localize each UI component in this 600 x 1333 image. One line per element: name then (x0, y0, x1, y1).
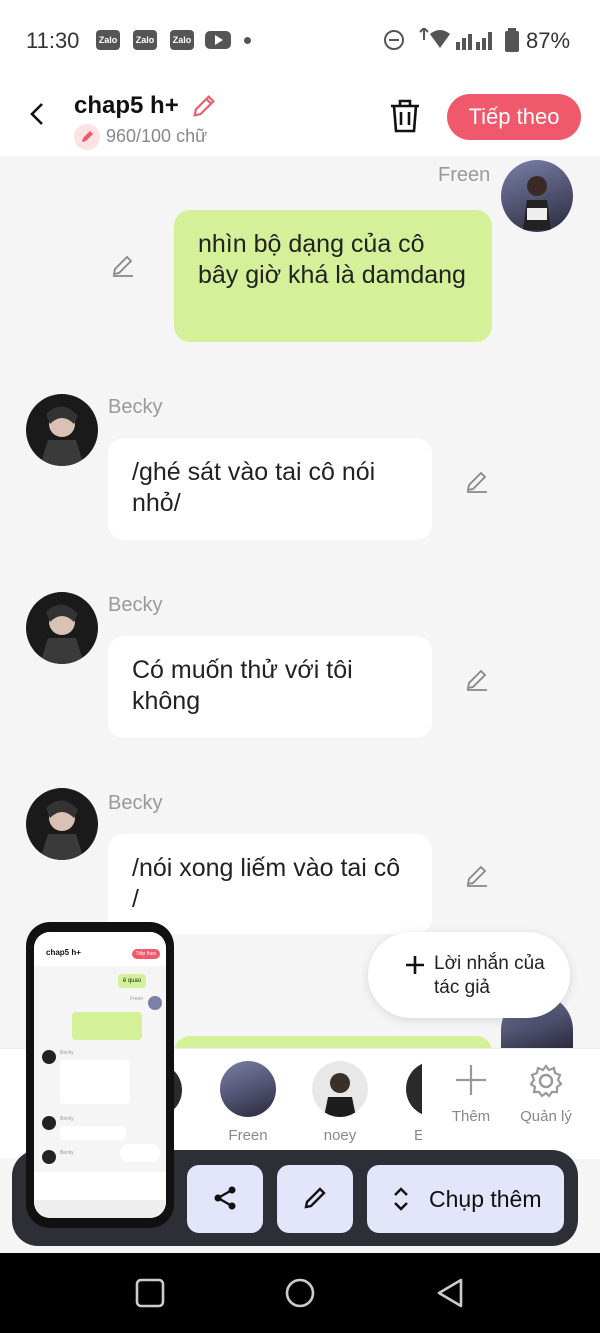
notification-dot-icon (244, 37, 251, 44)
signal-icon (456, 32, 492, 50)
add-character-button[interactable]: Thêm (446, 1063, 496, 1125)
system-nav-bar (0, 1253, 600, 1333)
editor-header: chap5 h+ 960/100 chữ Tiếp theo (0, 80, 600, 156)
edit-message-icon[interactable] (464, 862, 490, 888)
thumbnail-avatar (42, 1116, 56, 1130)
battery-percent: 87% (526, 28, 571, 53)
thumbnail-name: Freen (130, 996, 144, 1002)
next-button[interactable]: Tiếp theo (447, 94, 581, 140)
word-count: 960/100 chữ (106, 126, 208, 146)
message-bubble[interactable]: /nói xong liếm vào tai cô / (108, 834, 432, 934)
avatar-freen (501, 160, 573, 232)
thumbnail-bubble (60, 1126, 126, 1140)
author-note-button[interactable]: Lời nhắn của tác giả (368, 932, 570, 1018)
zalo-icon: Zalo (133, 30, 157, 50)
chat-area: Freen nhìn bộ dạng của cô bây giờ khá là… (0, 156, 600, 1056)
edit-title-pencil-icon[interactable] (190, 92, 218, 120)
character-noey[interactable]: noey (312, 1061, 368, 1144)
thumbnail-name: Becky (60, 1116, 74, 1122)
add-label: Thêm (451, 1108, 491, 1125)
recent-apps-icon[interactable] (134, 1277, 166, 1309)
back-nav-icon[interactable] (434, 1277, 466, 1309)
manage-label: Quản lý (520, 1108, 572, 1125)
screenshot-thumbnail[interactable]: chap5 h+ Tiếp theo ê quao Freen Becky Be… (26, 922, 174, 1228)
share-icon (214, 1186, 236, 1209)
thumbnail-bubble (72, 1012, 142, 1040)
battery-icon (505, 28, 519, 52)
avatar-becky (26, 788, 98, 860)
avatar-becky (26, 592, 98, 664)
manage-characters-button[interactable]: Quản lý (516, 1063, 576, 1125)
character-name: Freen (228, 1127, 268, 1144)
thumbnail-screen: chap5 h+ Tiếp theo ê quao Freen Becky Be… (34, 932, 166, 1218)
character-name: noey (323, 1127, 357, 1144)
avatar-noey (312, 1061, 368, 1117)
edit-message-icon[interactable] (464, 666, 490, 692)
sender-name: Becky (108, 594, 163, 616)
thumbnail-name: Becky (60, 1150, 74, 1156)
chapter-title[interactable]: chap5 h+ (74, 92, 179, 120)
author-note-label: Lời nhắn của tác giả (434, 953, 545, 998)
sender-name: Freen (438, 164, 491, 186)
thumbnail-bubble (60, 1060, 130, 1104)
pencil-icon (304, 1186, 326, 1209)
status-bar: 11:30 Zalo Zalo Zalo 87% (0, 0, 600, 80)
thumbnail-char-bar (34, 1172, 166, 1200)
character-name: E (414, 1127, 422, 1144)
avatar-becky (26, 394, 98, 466)
back-arrow-icon[interactable] (26, 102, 50, 126)
thumbnail-name: Becky (60, 1050, 74, 1056)
edit-button[interactable] (277, 1165, 353, 1233)
do-not-disturb-icon (384, 30, 404, 50)
home-icon[interactable] (284, 1277, 316, 1309)
message-bubble[interactable]: /ghé sát vào tai cô nói nhỏ/ (108, 438, 432, 540)
trash-icon[interactable] (388, 98, 422, 134)
thumbnail-avatar (42, 1050, 56, 1064)
character-freen[interactable]: Freen (220, 1061, 276, 1144)
share-button[interactable] (187, 1165, 263, 1233)
edit-message-icon[interactable] (464, 468, 490, 494)
plus-icon (406, 956, 424, 974)
wifi-icon (419, 28, 450, 48)
capture-more-label: Chụp thêm (429, 1186, 542, 1212)
avatar-partial (406, 1061, 422, 1117)
gear-icon (529, 1064, 563, 1098)
capture-more-button[interactable]: Chụp thêm (367, 1165, 564, 1233)
sender-name: Becky (108, 396, 163, 418)
character-partial[interactable]: E (406, 1061, 422, 1144)
edit-message-icon[interactable] (110, 252, 136, 278)
thumbnail-avatar (42, 1150, 56, 1164)
status-time: 11:30 (26, 28, 80, 53)
thumbnail-avatar (148, 996, 162, 1010)
expand-icon (394, 1187, 408, 1211)
message-bubble[interactable]: Có muốn thử với tôi không (108, 636, 432, 738)
thumbnail-bubble: ê quao (118, 974, 146, 988)
thumbnail-next: Tiếp theo (132, 949, 160, 959)
zalo-icon: Zalo (96, 30, 120, 50)
word-count-pencil-icon (74, 124, 100, 150)
youtube-icon (205, 31, 231, 49)
sender-name: Becky (108, 792, 163, 814)
plus-icon (456, 1065, 486, 1095)
thumbnail-author-note (120, 1144, 160, 1162)
thumbnail-toolbar (34, 1200, 166, 1218)
zalo-icon: Zalo (170, 30, 194, 50)
avatar-freen (220, 1061, 276, 1117)
message-bubble[interactable]: nhìn bộ dạng của cô bây giờ khá là damda… (174, 210, 492, 342)
thumbnail-title: chap5 h+ (46, 948, 81, 957)
